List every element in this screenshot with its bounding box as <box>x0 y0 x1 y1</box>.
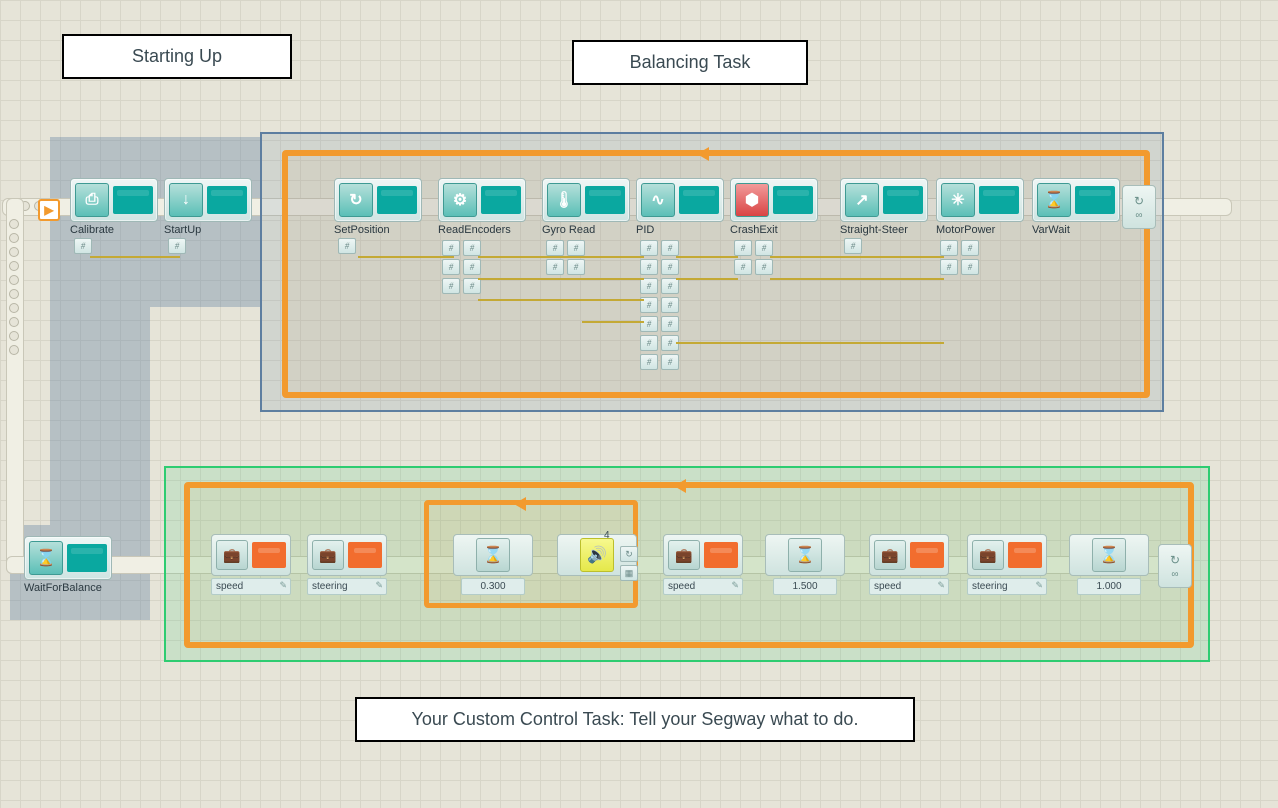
value-field[interactable]: 1.000 <box>1077 578 1141 595</box>
setposition-icon: ↻ <box>339 183 373 217</box>
pid-icon: ∿ <box>641 183 675 217</box>
hourglass-icon: ⌛ <box>476 538 510 572</box>
program-canvas: Starting Up Balancing Task Your Custom C… <box>0 0 1278 808</box>
block-label: Calibrate <box>70 224 158 236</box>
gyro-icon: 🌡 <box>547 183 581 217</box>
block-steering-2[interactable]: 💼 steering <box>964 534 1050 595</box>
loop-count-label: 4 <box>604 530 610 541</box>
label-custom-task: Your Custom Control Task: Tell your Segw… <box>355 697 915 742</box>
variable-name[interactable]: speed <box>869 578 949 595</box>
block-readencoders[interactable]: ⚙ ReadEncoders <box>434 178 530 294</box>
variable-name[interactable]: steering <box>967 578 1047 595</box>
stop-icon: ⬢ <box>735 183 769 217</box>
variable-name[interactable]: steering <box>307 578 387 595</box>
motor-icon: ✳ <box>941 183 975 217</box>
suitcase-icon: 💼 <box>668 540 700 570</box>
suitcase-icon: 💼 <box>874 540 906 570</box>
block-wait-1000[interactable]: ⌛ 1.000 <box>1066 534 1152 595</box>
calibrate-icon: ⎙ <box>75 183 109 217</box>
block-steering-1[interactable]: 💼 steering <box>304 534 390 595</box>
data-wire <box>676 256 738 258</box>
block-label: VarWait <box>1032 224 1120 236</box>
readencoders-icon: ⚙ <box>443 183 477 217</box>
block-label: Gyro Read <box>542 224 630 236</box>
data-wire <box>358 256 454 258</box>
data-wire <box>676 278 738 280</box>
data-wire <box>90 256 180 258</box>
data-wire <box>478 299 644 301</box>
block-wait-0300[interactable]: ⌛ 0.300 <box>450 534 536 595</box>
block-waitforbalance[interactable]: ⌛ WaitForBalance <box>20 536 116 594</box>
block-label: ReadEncoders <box>438 224 526 236</box>
block-label: StartUp <box>164 224 252 236</box>
data-wire <box>478 256 644 258</box>
data-port[interactable] <box>844 238 862 254</box>
label-starting-up: Starting Up <box>62 34 292 79</box>
block-label: PID <box>636 224 724 236</box>
loop-end-control[interactable]: ↻∞ <box>1158 544 1192 588</box>
block-varwait[interactable]: ⌛ VarWait <box>1028 178 1124 236</box>
block-straightsteer[interactable]: ↗ Straight-Steer <box>836 178 932 254</box>
hourglass-icon: ⌛ <box>1037 183 1071 217</box>
suitcase-icon: 💼 <box>312 540 344 570</box>
block-motorpower[interactable]: ✳ MotorPower <box>932 178 1028 275</box>
value-field[interactable]: 1.500 <box>773 578 837 595</box>
block-label: CrashExit <box>730 224 818 236</box>
loop-port[interactable]: ▦ <box>620 565 638 581</box>
data-wire <box>478 278 644 280</box>
data-wire <box>676 342 944 344</box>
start-plug[interactable]: ▶ <box>38 199 60 221</box>
startup-icon: ↓ <box>169 183 203 217</box>
loop-end-balancing[interactable]: ↻∞ <box>1122 185 1156 229</box>
hourglass-icon: ⌛ <box>29 541 63 575</box>
block-label: SetPosition <box>334 224 422 236</box>
steer-icon: ↗ <box>845 183 879 217</box>
block-label: Straight-Steer <box>840 224 928 236</box>
loop-arrow-icon <box>514 497 526 511</box>
data-wire <box>770 278 944 280</box>
value-field[interactable]: 0.300 <box>461 578 525 595</box>
sound-icon: 🔊 <box>580 538 614 572</box>
variable-name[interactable]: speed <box>211 578 291 595</box>
block-crashexit[interactable]: ⬢ CrashExit <box>726 178 822 275</box>
block-startup[interactable]: ↓ StartUp <box>160 178 256 254</box>
block-speed-1[interactable]: 💼 speed <box>208 534 294 595</box>
data-port[interactable] <box>338 238 356 254</box>
label-balancing-task: Balancing Task <box>572 40 808 85</box>
block-gyroread[interactable]: 🌡 Gyro Read <box>538 178 634 275</box>
sequence-beam-vertical <box>6 198 24 574</box>
block-calibrate[interactable]: ⎙ Calibrate <box>66 178 162 254</box>
hourglass-icon: ⌛ <box>788 538 822 572</box>
data-port[interactable] <box>168 238 186 254</box>
block-speed-2[interactable]: 💼 speed <box>660 534 746 595</box>
data-wire <box>770 256 944 258</box>
loop-arrow-icon <box>697 147 709 161</box>
loop-arrow-icon <box>674 479 686 493</box>
highlight-connector <box>50 307 150 525</box>
data-port[interactable] <box>74 238 92 254</box>
suitcase-icon: 💼 <box>972 540 1004 570</box>
block-label: MotorPower <box>936 224 1024 236</box>
variable-name[interactable]: speed <box>663 578 743 595</box>
block-setposition[interactable]: ↻ SetPosition <box>330 178 426 254</box>
block-speed-3[interactable]: 💼 speed <box>866 534 952 595</box>
data-wire <box>582 321 644 323</box>
block-wait-1500[interactable]: ⌛ 1.500 <box>762 534 848 595</box>
block-label: WaitForBalance <box>24 582 112 594</box>
suitcase-icon: 💼 <box>216 540 248 570</box>
loop-port[interactable]: ↻ <box>620 546 638 562</box>
hourglass-icon: ⌛ <box>1092 538 1126 572</box>
